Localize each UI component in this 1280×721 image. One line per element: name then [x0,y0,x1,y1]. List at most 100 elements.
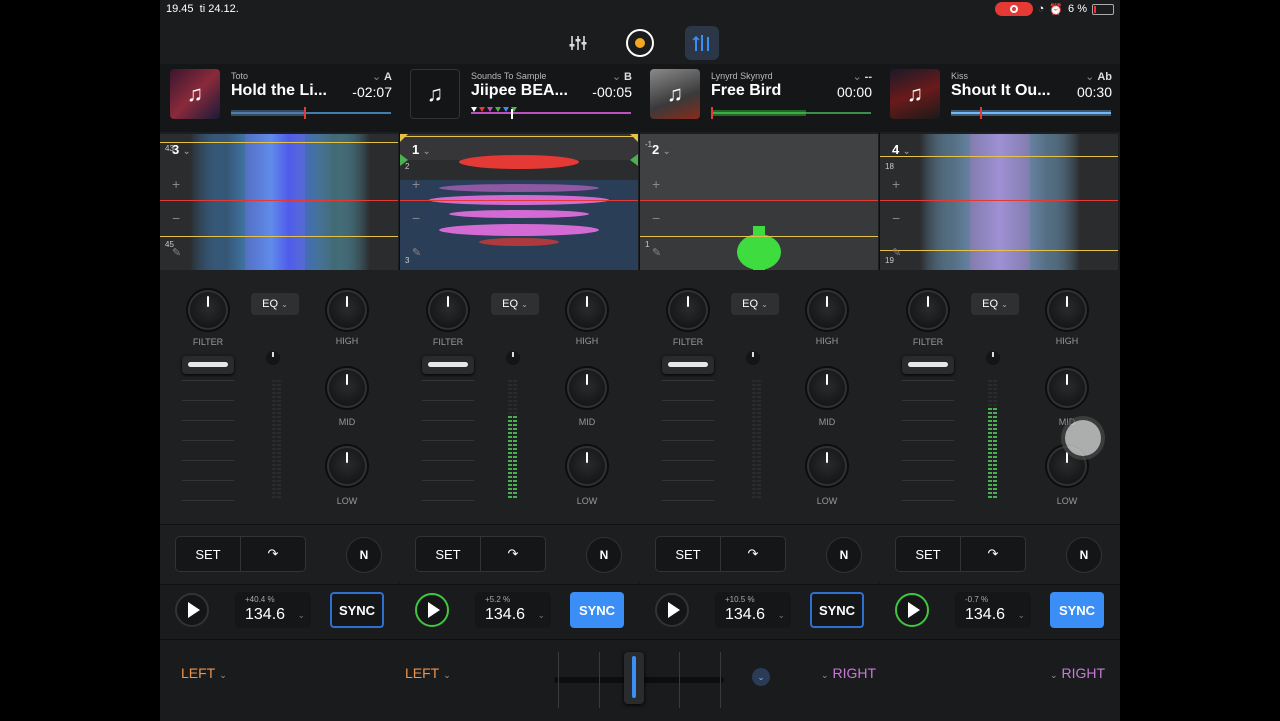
sync-button[interactable]: SYNC [330,592,384,628]
meter-segment [752,396,756,398]
eq-dropdown[interactable]: EQ ⌄ [971,293,1019,315]
filter-knob[interactable] [428,290,468,330]
gain-knob[interactable] [746,351,760,365]
bpm-display[interactable]: -0.7 % 134.6 ⌄ [955,592,1031,628]
play-button[interactable] [175,593,209,627]
fx-select-right-1[interactable]: ⌄ RIGHT [817,665,876,681]
neural-mix-button[interactable]: N [586,537,622,573]
eq-dropdown[interactable]: EQ ⌄ [731,293,779,315]
track-artist: Lynyrd Skynyrd [711,71,773,81]
meter-segment [993,384,997,386]
eq-dropdown[interactable]: EQ ⌄ [491,293,539,315]
crossfader-handle[interactable] [624,652,644,704]
mid-knob[interactable] [567,368,607,408]
volume-fader-handle[interactable] [902,356,954,374]
loop-arrow-button[interactable]: ↷ [721,537,785,571]
mixer-icon[interactable] [561,26,595,60]
meter-segment [272,432,276,434]
mini-waveform[interactable] [471,107,631,119]
waveform[interactable]: 2 ⌄ -1 1 + − ✎ [640,134,878,270]
screen-record-icon[interactable] [994,2,1033,16]
low-knob[interactable] [567,446,607,486]
mini-waveform[interactable] [951,107,1111,119]
high-knob[interactable] [807,290,847,330]
set-button[interactable]: SET [176,537,241,571]
set-button[interactable]: SET [656,537,721,571]
zoom-in-icon[interactable]: + [892,176,900,192]
high-knob[interactable] [567,290,607,330]
gain-knob[interactable] [506,351,520,365]
deck-letter[interactable]: ⌄ -- [852,70,872,83]
track-header[interactable]: ♫ Sounds To Sample Jiipee BEA... ⌄ B -00:… [400,64,640,132]
record-icon[interactable] [623,26,657,60]
neural-mix-button[interactable]: N [346,537,382,573]
sync-button[interactable]: SYNC [570,592,624,628]
volume-fader-handle[interactable] [182,356,234,374]
fx-select-right-2[interactable]: ⌄ RIGHT [1046,665,1105,681]
waveform[interactable]: 4 ⌄ 18 19 + − ✎ [880,134,1118,270]
play-button[interactable] [655,593,689,627]
bpm-display[interactable]: +10.5 % 134.6 ⌄ [715,592,791,628]
track-header[interactable]: ♫ Kiss Shout It Ou... ⌄ Ab 00:30 [880,64,1120,132]
low-knob[interactable] [327,446,367,486]
set-button[interactable]: SET [416,537,481,571]
pencil-icon[interactable]: ✎ [412,246,421,259]
waveform[interactable]: 3 ⌄ 43 45 + − ✎ [160,134,398,270]
mini-waveform[interactable] [231,107,391,119]
pencil-icon[interactable]: ✎ [652,246,661,259]
mid-knob[interactable] [807,368,847,408]
volume-fader-handle[interactable] [422,356,474,374]
deck-view-icon[interactable] [685,26,719,60]
track-header[interactable]: ♫ Lynyrd Skynyrd Free Bird ⌄ -- 00:00 [640,64,880,132]
fx-select-left-2[interactable]: LEFT ⌄ [405,665,455,681]
zoom-out-icon[interactable]: − [172,210,180,226]
assistive-touch-button[interactable] [1065,420,1101,456]
sync-button[interactable]: SYNC [810,592,864,628]
deck-number[interactable]: 3 ⌄ [172,142,190,157]
deck-number[interactable]: 2 ⌄ [652,142,670,157]
pencil-icon[interactable]: ✎ [892,246,901,259]
loop-arrow-button[interactable]: ↷ [961,537,1025,571]
filter-knob[interactable] [908,290,948,330]
chevron-down-icon[interactable]: ⌄ [752,668,770,686]
neural-mix-button[interactable]: N [826,537,862,573]
gain-knob[interactable] [986,351,1000,365]
set-button[interactable]: SET [896,537,961,571]
zoom-in-icon[interactable]: + [412,176,420,192]
zoom-out-icon[interactable]: − [892,210,900,226]
fx-select-left-1[interactable]: LEFT ⌄ [181,665,231,681]
volume-fader-handle[interactable] [662,356,714,374]
play-button[interactable] [415,593,449,627]
high-knob[interactable] [1047,290,1087,330]
sync-button[interactable]: SYNC [1050,592,1104,628]
loop-arrow-button[interactable]: ↷ [481,537,545,571]
waveform[interactable]: 1 ⌄ 2 3 + − ✎ [400,134,638,270]
deck-number[interactable]: 4 ⌄ [892,142,910,157]
mid-knob[interactable] [1047,368,1087,408]
track-header[interactable]: ♫ Toto Hold the Li... ⌄ A -02:07 [160,64,400,132]
mini-waveform[interactable] [711,107,871,119]
zoom-in-icon[interactable]: + [172,176,180,192]
low-knob[interactable] [807,446,847,486]
zoom-out-icon[interactable]: − [412,210,420,226]
mid-knob[interactable] [327,368,367,408]
play-button[interactable] [895,593,929,627]
neural-mix-button[interactable]: N [1066,537,1102,573]
deck-letter[interactable]: ⌄ A [372,70,392,83]
eq-dropdown[interactable]: EQ ⌄ [251,293,299,315]
meter-segment [988,416,992,418]
zoom-out-icon[interactable]: − [652,210,660,226]
pencil-icon[interactable]: ✎ [172,246,181,259]
loop-arrow-button[interactable]: ↷ [241,537,305,571]
bpm-display[interactable]: +40.4 % 134.6 ⌄ [235,592,311,628]
filter-knob[interactable] [188,290,228,330]
high-knob[interactable] [327,290,367,330]
filter-knob[interactable] [668,290,708,330]
bpm-display[interactable]: +5.2 % 134.6 ⌄ [475,592,551,628]
deck-letter[interactable]: ⌄ Ab [1085,70,1112,83]
deck-letter[interactable]: ⌄ B [612,70,632,83]
zoom-in-icon[interactable]: + [652,176,660,192]
gain-knob[interactable] [266,351,280,365]
crossfader[interactable] [554,652,724,708]
deck-number[interactable]: 1 ⌄ [412,142,430,157]
